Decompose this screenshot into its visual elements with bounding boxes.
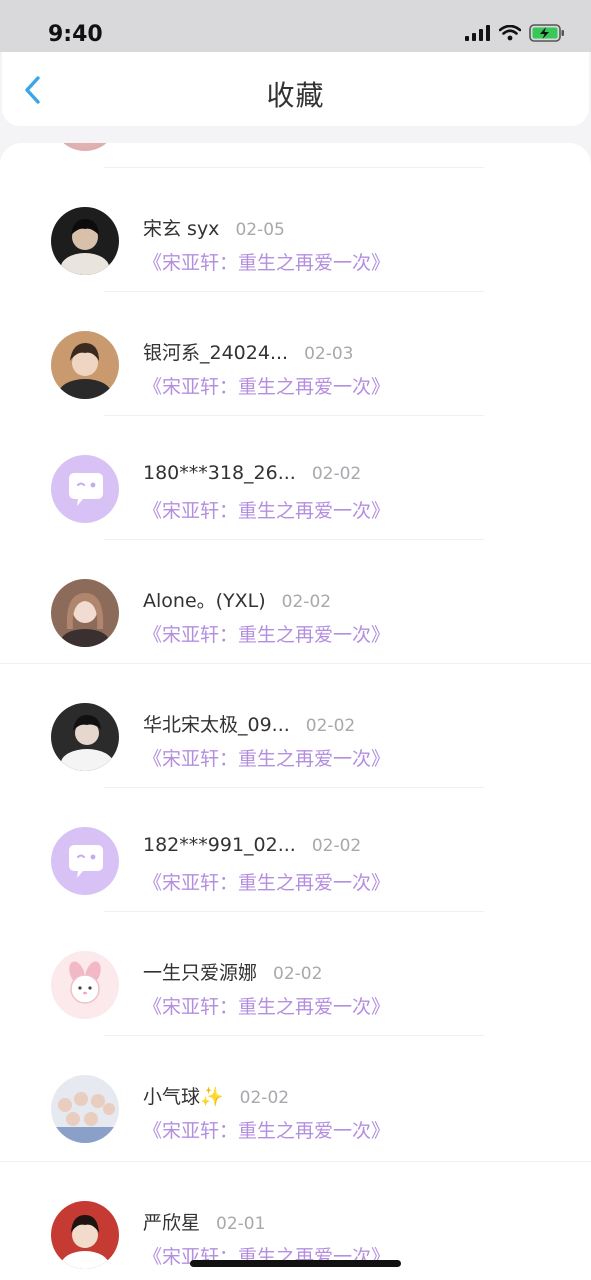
item-title: 小气球✨ 02-02 <box>143 1082 289 1109</box>
avatar <box>51 951 119 1019</box>
item-title: 宋玄 syx 02-05 <box>143 214 285 241</box>
page-title: 收藏 <box>266 79 325 112</box>
avatar <box>51 331 119 399</box>
item-title: 180***318_26... 02-02 <box>143 462 361 484</box>
home-indicator <box>190 1260 401 1267</box>
list-item[interactable]: 182***991_02... 02-02 《宋亚轩：重生之再爱一次》 <box>0 788 591 912</box>
navigation-bar: 收藏 <box>2 52 589 126</box>
avatar <box>51 455 119 523</box>
item-title: 严欣星 02-01 <box>143 1208 265 1235</box>
item-title: 华北宋太极_09... 02-02 <box>143 710 355 737</box>
item-book-title[interactable]: 《宋亚轩：重生之再爱一次》 <box>143 1116 390 1143</box>
chat-bubble-icon <box>69 473 103 506</box>
battery-charging-icon <box>529 24 565 46</box>
avatar <box>51 703 119 771</box>
chat-bubble-icon <box>69 845 103 878</box>
item-title: Alone。(YXL) 02-02 <box>143 586 331 613</box>
item-date: 02-02 <box>311 464 362 484</box>
avatar <box>51 579 119 647</box>
item-username: 华北宋太极_09... <box>143 714 290 736</box>
status-time: 9:40 <box>48 22 103 47</box>
item-date: 02-02 <box>305 716 356 736</box>
item-username: 宋玄 syx <box>143 218 220 240</box>
wifi-icon <box>498 24 522 45</box>
item-date: 02-01 <box>216 1214 266 1234</box>
item-book-title[interactable]: 《宋亚轩：重生之再爱一次》 <box>143 620 390 647</box>
favorites-list: 宋玄 syx 02-05 《宋亚轩：重生之再爱一次》 银河系_24024... 02… <box>0 143 591 1280</box>
item-username: 严欣星 <box>143 1212 201 1234</box>
avatar <box>52 143 118 151</box>
list-item[interactable]: 小气球✨ 02-02 《宋亚轩：重生之再爱一次》 <box>0 1036 591 1160</box>
item-username: 一生只爱源娜 <box>143 962 258 984</box>
list-item[interactable]: Alone。(YXL) 02-02 《宋亚轩：重生之再爱一次》 <box>0 540 591 664</box>
avatar <box>51 1075 119 1143</box>
avatar <box>51 827 119 895</box>
item-date: 02-03 <box>304 344 354 364</box>
list-item[interactable]: 一生只爱源娜 02-02 《宋亚轩：重生之再爱一次》 <box>0 912 591 1036</box>
item-username: 银河系_24024... <box>143 342 289 364</box>
item-book-title[interactable]: 《宋亚轩：重生之再爱一次》 <box>143 992 390 1019</box>
list-item[interactable]: 宋玄 syx 02-05 《宋亚轩：重生之再爱一次》 <box>0 168 591 292</box>
status-icons <box>465 24 565 46</box>
signal-icon <box>465 25 491 45</box>
list-item[interactable]: 180***318_26... 02-02 《宋亚轩：重生之再爱一次》 <box>0 416 591 540</box>
item-date: 02-05 <box>235 220 285 240</box>
list-item[interactable]: 华北宋太极_09... 02-02 《宋亚轩：重生之再爱一次》 <box>0 664 591 788</box>
avatar <box>51 1201 119 1269</box>
item-title: 182***991_02... 02-02 <box>143 834 361 856</box>
list-item[interactable]: 银河系_24024... 02-03 《宋亚轩：重生之再爱一次》 <box>0 292 591 416</box>
item-username: Alone。(YXL) <box>143 590 266 612</box>
item-date: 02-02 <box>239 1088 290 1108</box>
item-username: 180***318_26... <box>143 462 296 484</box>
item-date: 02-02 <box>273 964 323 984</box>
status-bar: 9:40 <box>0 0 591 52</box>
item-date: 02-02 <box>281 592 332 612</box>
item-username: 小气球✨ <box>143 1086 224 1108</box>
item-title: 银河系_24024... 02-03 <box>143 338 353 365</box>
avatar <box>51 207 119 275</box>
item-date: 02-02 <box>311 836 362 856</box>
item-title: 一生只爱源娜 02-02 <box>143 958 322 985</box>
item-book-title[interactable]: 《宋亚轩：重生之再爱一次》 <box>143 248 390 275</box>
item-book-title[interactable]: 《宋亚轩：重生之再爱一次》 <box>143 372 390 399</box>
item-book-title[interactable]: 《宋亚轩：重生之再爱一次》 <box>143 744 390 771</box>
item-book-title[interactable]: 《宋亚轩：重生之再爱一次》 <box>143 868 390 895</box>
item-book-title[interactable]: 《宋亚轩：重生之再爱一次》 <box>143 496 390 523</box>
item-username: 182***991_02... <box>143 834 296 856</box>
